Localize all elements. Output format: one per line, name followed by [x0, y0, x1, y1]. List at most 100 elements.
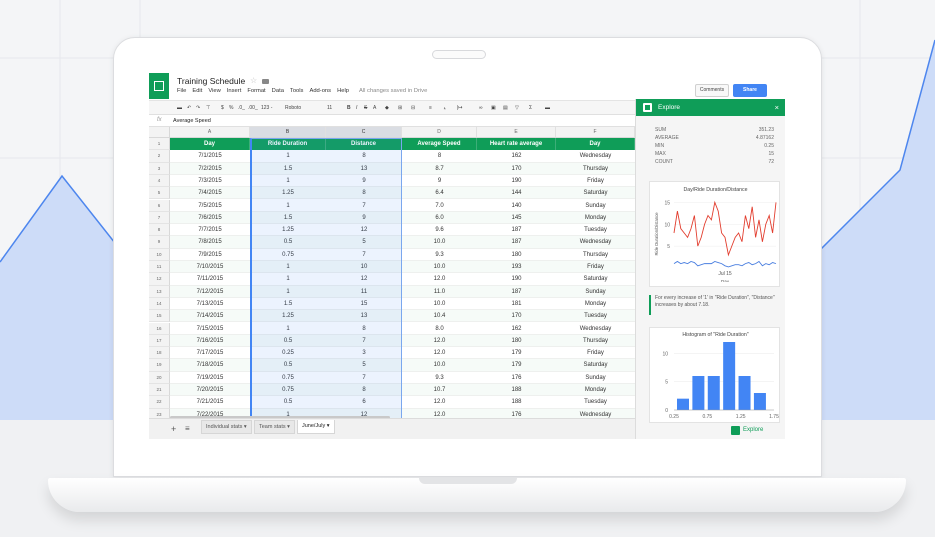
cell-average-speed[interactable]: 6.0 — [402, 211, 477, 225]
cell-weekday[interactable]: Sunday — [556, 285, 635, 298]
cell-day[interactable]: 7/12/2015 — [170, 285, 250, 298]
cell-average-speed[interactable]: 8.0 — [402, 322, 477, 335]
column-header-e[interactable]: E — [477, 127, 556, 138]
cell-day[interactable]: 7/1/2015 — [170, 150, 250, 163]
cell-distance[interactable]: 13 — [326, 162, 402, 175]
cell-distance[interactable]: 8 — [326, 187, 402, 200]
cell-weekday[interactable]: Tuesday — [556, 396, 635, 409]
cell-distance[interactable]: 9 — [326, 174, 402, 188]
row-number[interactable]: 7 — [149, 211, 170, 225]
cell-distance[interactable]: 8 — [326, 322, 402, 335]
cell-day[interactable]: 7/7/2015 — [170, 224, 250, 237]
cell-ride-duration[interactable]: 0.5 — [250, 396, 326, 409]
row-number[interactable]: 23 — [149, 408, 170, 418]
cell-weekday[interactable]: Wednesday — [556, 236, 635, 249]
wrap-icon[interactable]: |↦ — [457, 105, 463, 111]
header-cell-average-speed[interactable]: Average Speed — [402, 138, 477, 151]
cell-distance[interactable]: 3 — [326, 347, 402, 360]
folder-icon[interactable] — [262, 79, 269, 84]
cell-day[interactable]: 7/6/2015 — [170, 211, 250, 225]
cell-ride-duration[interactable]: 0.5 — [250, 236, 326, 249]
cell-day[interactable]: 7/21/2015 — [170, 396, 250, 409]
close-icon[interactable]: × — [775, 103, 779, 112]
menu-edit[interactable]: Edit — [192, 88, 202, 94]
row-number[interactable]: 14 — [149, 297, 170, 311]
formula-input[interactable]: Average Speed — [173, 118, 211, 124]
cell-average-speed[interactable]: 8.7 — [402, 162, 477, 175]
undo-icon[interactable]: ↶ — [187, 105, 191, 111]
cell-weekday[interactable]: Thursday — [556, 334, 635, 348]
cell-heart-rate[interactable]: 188 — [477, 384, 556, 397]
paint-format-icon[interactable]: ⊤ — [206, 105, 210, 111]
row-number[interactable]: 9 — [149, 236, 170, 249]
decrease-decimals-button[interactable]: .0_ — [238, 105, 245, 111]
cell-day[interactable]: 7/10/2015 — [170, 261, 250, 274]
cell-weekday[interactable]: Tuesday — [556, 310, 635, 323]
cell-weekday[interactable]: Wednesday — [556, 408, 635, 418]
explore-button[interactable]: Explore — [731, 426, 763, 435]
cell-heart-rate[interactable]: 170 — [477, 162, 556, 175]
cell-heart-rate[interactable]: 170 — [477, 310, 556, 323]
chart-icon[interactable]: ▤ — [503, 105, 508, 111]
cell-weekday[interactable]: Friday — [556, 347, 635, 360]
cell-heart-rate[interactable]: 190 — [477, 273, 556, 286]
cell-heart-rate[interactable]: 187 — [477, 236, 556, 249]
cell-distance[interactable]: 7 — [326, 248, 402, 261]
cell-ride-duration[interactable]: 0.75 — [250, 248, 326, 261]
menu-format[interactable]: Format — [247, 88, 265, 94]
cell-distance[interactable]: 9 — [326, 211, 402, 225]
cell-heart-rate[interactable]: 144 — [477, 187, 556, 200]
cell-weekday[interactable]: Friday — [556, 174, 635, 188]
cell-day[interactable]: 7/16/2015 — [170, 334, 250, 348]
cell-day[interactable]: 7/15/2015 — [170, 322, 250, 335]
comments-button[interactable]: Comments — [695, 84, 729, 97]
cell-heart-rate[interactable]: 187 — [477, 224, 556, 237]
cell-average-speed[interactable]: 12.0 — [402, 396, 477, 409]
increase-decimals-button[interactable]: .00_ — [248, 105, 258, 111]
cell-average-speed[interactable]: 9 — [402, 174, 477, 188]
row-number[interactable]: 16 — [149, 322, 170, 335]
cell-heart-rate[interactable]: 180 — [477, 248, 556, 261]
cell-weekday[interactable]: Thursday — [556, 162, 635, 175]
strikethrough-button[interactable]: S — [364, 105, 367, 111]
bold-button[interactable]: B — [347, 105, 351, 111]
cell-weekday[interactable]: Thursday — [556, 248, 635, 261]
cell-ride-duration[interactable]: 1 — [250, 273, 326, 286]
cell-ride-duration[interactable]: 1 — [250, 285, 326, 298]
line-chart-card[interactable]: Day/Ride Duration/Distance 5 10 15 Jul 15 Da… — [649, 181, 780, 287]
print-icon[interactable]: ▬ — [177, 105, 182, 111]
cell-day[interactable]: 7/17/2015 — [170, 347, 250, 360]
valign-icon[interactable]: ⫠ — [443, 105, 446, 111]
cell-weekday[interactable]: Saturday — [556, 273, 635, 286]
cell-heart-rate[interactable]: 145 — [477, 211, 556, 225]
cell-heart-rate[interactable]: 190 — [477, 174, 556, 188]
cell-day[interactable]: 7/19/2015 — [170, 371, 250, 384]
cell-average-speed[interactable]: 7.0 — [402, 199, 477, 212]
tab-team-stats[interactable]: Team stats ▾ — [254, 420, 295, 434]
currency-button[interactable]: $ — [221, 105, 224, 111]
share-button[interactable]: Share — [733, 84, 767, 97]
filter-icon[interactable]: ▽ — [515, 105, 519, 111]
row-number[interactable]: 20 — [149, 371, 170, 384]
cell-distance[interactable]: 5 — [326, 359, 402, 372]
menu-help[interactable]: Help — [337, 88, 349, 94]
cell-ride-duration[interactable]: 1.25 — [250, 224, 326, 237]
percent-button[interactable]: % — [229, 105, 233, 111]
cell-average-speed[interactable]: 10.0 — [402, 297, 477, 311]
cell-heart-rate[interactable]: 193 — [477, 261, 556, 274]
tab-individual-stats[interactable]: Individual stats ▾ — [201, 420, 252, 434]
tab-june-july[interactable]: June/July ▾ — [297, 420, 335, 434]
cell-average-speed[interactable]: 10.4 — [402, 310, 477, 323]
cell-ride-duration[interactable]: 0.5 — [250, 334, 326, 348]
row-number[interactable]: 21 — [149, 384, 170, 397]
cell-distance[interactable]: 7 — [326, 199, 402, 212]
column-header-f[interactable]: F — [556, 127, 635, 138]
cell-ride-duration[interactable]: 0.25 — [250, 347, 326, 360]
borders-icon[interactable]: ⊞ — [398, 105, 402, 111]
cell-average-speed[interactable]: 9.6 — [402, 224, 477, 237]
cell-weekday[interactable]: Saturday — [556, 359, 635, 372]
row-number[interactable]: 6 — [149, 199, 170, 212]
header-cell-distance[interactable]: Distance — [326, 138, 402, 151]
cell-distance[interactable]: 10 — [326, 261, 402, 274]
cell-distance[interactable]: 13 — [326, 310, 402, 323]
